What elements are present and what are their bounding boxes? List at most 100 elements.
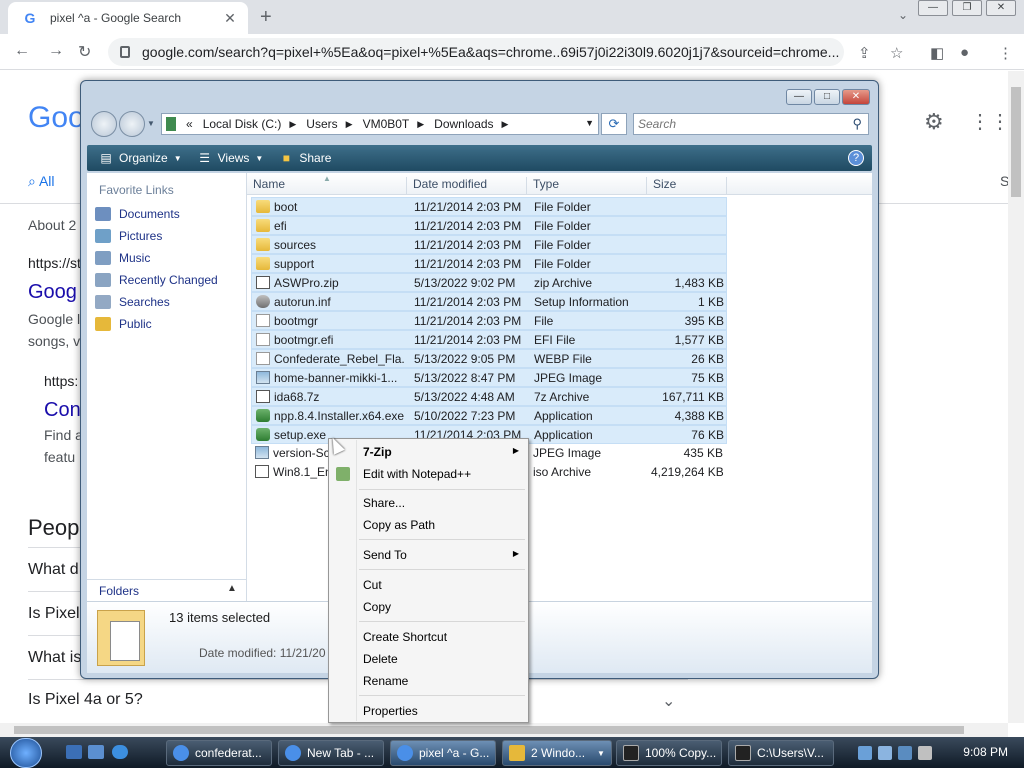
taskbar-button[interactable]: 100% Copy...	[616, 740, 722, 766]
question-item[interactable]: Is Pixel	[28, 605, 80, 623]
google-logo[interactable]: Goo	[28, 101, 85, 135]
menu-item-copy[interactable]: Copy	[330, 597, 527, 617]
breadcrumb-arrow-icon[interactable]: ▶	[346, 119, 353, 130]
maximize-button[interactable]: □	[814, 89, 840, 105]
search-input[interactable]	[634, 114, 834, 134]
menu-item-7zip[interactable]: 7-Zip ▶	[330, 442, 527, 462]
address-dropdown-icon[interactable]: ▼	[585, 118, 594, 128]
result-url[interactable]: https:	[44, 373, 78, 389]
nav-item-pictures[interactable]: Pictures	[95, 229, 162, 243]
file-row[interactable]: bootmgr.efi 11/21/2014 2:03 PM EFI File 1,5…	[251, 330, 727, 349]
minimize-button[interactable]: —	[918, 0, 948, 16]
refresh-button[interactable]: ⟳	[601, 113, 627, 135]
volume-icon[interactable]	[878, 746, 892, 760]
file-row[interactable]: Confederate_Rebel_Fla... 5/13/2022 9:05 P…	[251, 349, 727, 368]
switch-windows-icon[interactable]	[88, 745, 104, 759]
breadcrumb-item[interactable]: Local Disk (C:)	[203, 117, 282, 131]
nav-item-searches[interactable]: Searches	[95, 295, 170, 309]
tray-icon[interactable]	[918, 746, 932, 760]
result-title[interactable]: Goog	[28, 281, 77, 304]
question-item[interactable]: What is	[28, 649, 81, 667]
views-button[interactable]: ☰ Views ▼	[198, 151, 263, 165]
file-row[interactable]: efi 11/21/2014 2:03 PM File Folder	[251, 216, 727, 235]
question-item[interactable]: Is Pixel 4a or 5?	[28, 691, 143, 709]
side-panel-icon[interactable]: ◧	[930, 44, 944, 62]
menu-item-properties[interactable]: Properties	[330, 701, 527, 721]
breadcrumb-arrow-icon[interactable]: ▶	[502, 119, 509, 130]
folders-toggle[interactable]: Folders ▲	[87, 579, 246, 601]
minimize-button[interactable]: —	[786, 89, 812, 105]
file-row[interactable]: sources 11/21/2014 2:03 PM File Folder	[251, 235, 727, 254]
file-row[interactable]: support 11/21/2014 2:03 PM File Folder	[251, 254, 727, 273]
nav-item-public[interactable]: Public	[95, 317, 152, 331]
breadcrumb-arrow-icon[interactable]: ▶	[417, 119, 424, 130]
menu-item-create-shortcut[interactable]: Create Shortcut	[330, 627, 527, 647]
start-button[interactable]	[10, 738, 42, 768]
vertical-scrollbar[interactable]	[1008, 71, 1024, 723]
profile-avatar-icon[interactable]: ●	[960, 44, 969, 61]
column-name[interactable]: Name ▲	[247, 174, 407, 195]
file-row[interactable]: ida68.7z 5/13/2022 4:48 AM 7z Archive 167,7…	[251, 387, 727, 406]
scroll-thumb[interactable]	[14, 726, 964, 734]
chevron-down-icon[interactable]: ⌄	[662, 691, 675, 711]
back-button[interactable]	[91, 111, 117, 137]
menu-item-send-to[interactable]: Send To ▶	[330, 545, 527, 565]
show-desktop-icon[interactable]	[66, 745, 82, 759]
forward-button[interactable]	[119, 111, 145, 137]
share-icon[interactable]: ⇪	[858, 44, 871, 62]
menu-item-cut[interactable]: Cut	[330, 575, 527, 595]
menu-item-edit-notepad[interactable]: Edit with Notepad++	[330, 464, 527, 484]
organize-button[interactable]: ▤ Organize ▼	[99, 151, 181, 165]
internet-explorer-icon[interactable]	[112, 745, 128, 759]
kebab-menu-icon[interactable]: ⋮	[998, 44, 1013, 62]
scroll-thumb[interactable]	[1011, 87, 1021, 197]
reload-icon[interactable]: ↻	[78, 42, 91, 62]
taskbar-button[interactable]: New Tab - ...	[278, 740, 384, 766]
taskbar-button[interactable]: confederat...	[166, 740, 272, 766]
menu-item-delete[interactable]: Delete	[330, 649, 527, 669]
close-button[interactable]: ✕	[842, 89, 870, 105]
taskbar-button[interactable]: pixel ^a - G...	[390, 740, 496, 766]
settings-gear-icon[interactable]: ⚙	[924, 109, 944, 135]
breadcrumb[interactable]: « Local Disk (C:) ▶ Users ▶ VM0B0T ▶ Downlo…	[161, 113, 599, 135]
recent-pages-chevron-icon[interactable]: ▼	[147, 119, 155, 128]
nav-item-recently-changed[interactable]: Recently Changed	[95, 273, 218, 287]
search-icon[interactable]: ⚲	[852, 116, 862, 132]
lock-icon[interactable]	[120, 46, 130, 58]
file-row[interactable]: autorun.inf 11/21/2014 2:03 PM Setup Infor…	[251, 292, 727, 311]
search-box[interactable]: ⚲	[633, 113, 869, 135]
breadcrumb-item[interactable]: Users	[306, 117, 337, 131]
breadcrumb-arrow-icon[interactable]: ▶	[289, 119, 296, 130]
taskbar-button[interactable]: C:\Users\V...	[728, 740, 834, 766]
back-arrow-icon[interactable]: ←	[14, 42, 30, 60]
horizontal-scrollbar[interactable]	[0, 723, 1008, 737]
tab-search-chevron-icon[interactable]: ⌄	[898, 8, 908, 22]
nav-item-music[interactable]: Music	[95, 251, 150, 265]
file-row[interactable]: npp.8.4.Installer.x64.exe 5/10/2022 7:23 …	[251, 406, 727, 425]
tray-icon[interactable]	[898, 746, 912, 760]
column-date[interactable]: Date modified	[407, 177, 527, 195]
file-row[interactable]: home-banner-mikki-1... 5/13/2022 8:47 PM J…	[251, 368, 727, 387]
breadcrumb-prefix[interactable]: «	[186, 117, 193, 131]
menu-item-share[interactable]: Share...	[330, 493, 527, 513]
forward-arrow-icon[interactable]: →	[48, 42, 64, 60]
browser-tab[interactable]: G pixel ^a - Google Search ✕	[8, 2, 248, 34]
restore-button[interactable]: ❐	[952, 0, 982, 16]
file-row[interactable]: boot 11/21/2014 2:03 PM File Folder	[251, 197, 727, 216]
close-window-button[interactable]: ✕	[986, 0, 1016, 16]
result-url[interactable]: https://st	[28, 255, 81, 271]
tab-all[interactable]: ⌕ All	[28, 173, 55, 190]
menu-item-copy-as-path[interactable]: Copy as Path	[330, 515, 527, 535]
breadcrumb-item[interactable]: Downloads	[434, 117, 493, 131]
column-size[interactable]: Size	[647, 177, 727, 195]
taskbar-button[interactable]: 2 Windo... ▼	[502, 740, 612, 766]
question-item[interactable]: What d	[28, 561, 79, 579]
nav-item-documents[interactable]: Documents	[95, 207, 180, 221]
url-text[interactable]: google.com/search?q=pixel+%5Ea&oq=pixel+…	[142, 44, 839, 60]
new-tab-button[interactable]: +	[260, 6, 272, 29]
file-row[interactable]: ASWPro.zip 5/13/2022 9:02 PM zip Archive 1,…	[251, 273, 727, 292]
column-type[interactable]: Type	[527, 177, 647, 195]
result-title[interactable]: Con	[44, 399, 81, 422]
bookmark-star-icon[interactable]: ☆	[890, 44, 903, 62]
close-tab-icon[interactable]: ✕	[222, 10, 238, 26]
